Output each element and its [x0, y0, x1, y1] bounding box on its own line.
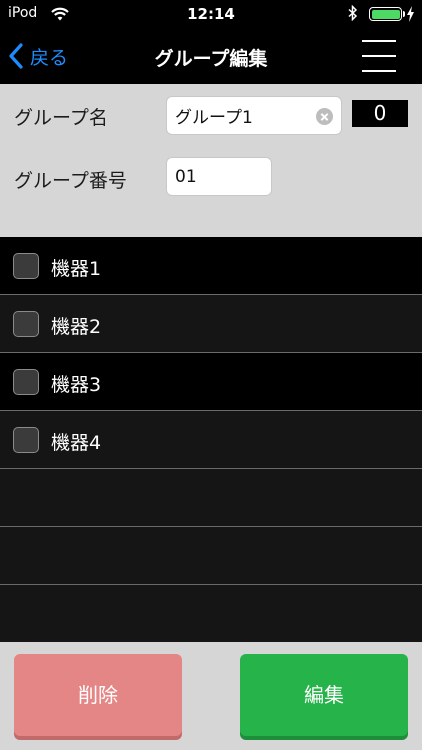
group-name-value: グループ1: [175, 108, 253, 128]
bottom-bar: 削除 編集: [0, 642, 422, 750]
device-label: 機器4: [51, 432, 102, 454]
device-checkbox[interactable]: [13, 253, 39, 279]
list-item[interactable]: 機器4: [0, 411, 422, 469]
page-title: グループ編集: [154, 48, 268, 70]
list-item[interactable]: 機器2: [0, 295, 422, 353]
delete-button[interactable]: 削除: [14, 654, 182, 736]
menu-icon-line: [362, 55, 396, 57]
group-name-label: グループ名: [14, 107, 108, 129]
empty-row: [0, 527, 422, 585]
battery-icon: [369, 7, 402, 21]
group-form: グループ名 グループ1 0 グループ番号 01: [0, 84, 422, 237]
device-label: 機器2: [51, 316, 102, 338]
empty-row: [0, 469, 422, 527]
group-number-label: グループ番号: [14, 170, 127, 192]
nav-bar: 戻る グループ編集: [0, 28, 422, 84]
battery-level: [371, 9, 400, 19]
list-item[interactable]: 機器1: [0, 237, 422, 295]
device-checkbox[interactable]: [13, 311, 39, 337]
menu-icon-line: [362, 40, 396, 42]
status-time: 12:14: [187, 5, 235, 23]
menu-icon-line: [362, 70, 396, 72]
clear-icon[interactable]: [316, 108, 333, 125]
group-number-input[interactable]: 01: [166, 157, 272, 196]
edit-button[interactable]: 編集: [240, 654, 408, 736]
device-checkbox[interactable]: [13, 369, 39, 395]
charging-icon: [407, 6, 414, 22]
device-label: 機器1: [51, 258, 102, 280]
status-bar: iPod 12:14: [0, 0, 422, 28]
group-name-input[interactable]: グループ1: [166, 96, 342, 135]
group-number-value: 01: [175, 166, 197, 187]
menu-button[interactable]: [360, 40, 398, 72]
device-list: 機器1 機器2 機器3 機器4: [0, 237, 422, 642]
count-badge: 0: [352, 100, 408, 127]
device-checkbox[interactable]: [13, 427, 39, 453]
bluetooth-icon: [348, 5, 358, 21]
device-label: 機器3: [51, 374, 102, 396]
list-item[interactable]: 機器3: [0, 353, 422, 411]
